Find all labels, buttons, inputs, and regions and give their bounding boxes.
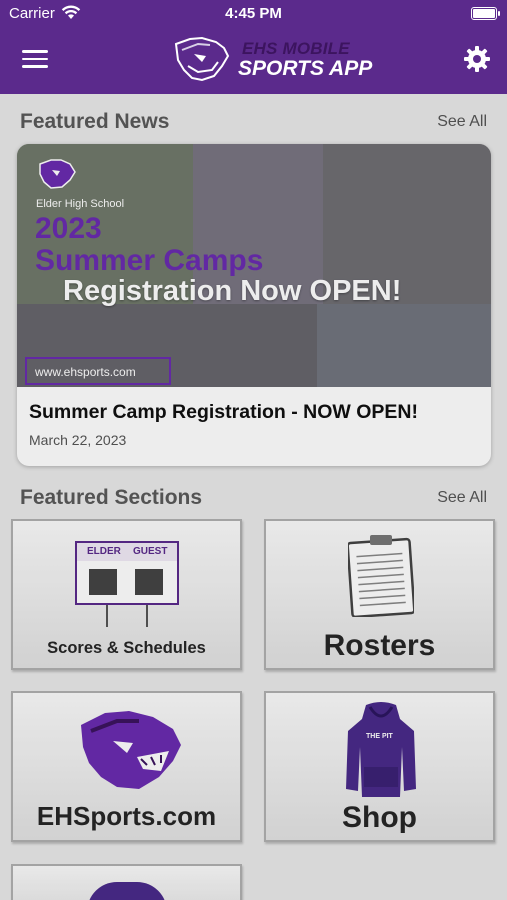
logo-title: EHS MOBILE [242,39,350,58]
news-see-all-link[interactable]: See All [437,113,487,131]
hoodie-icon [346,702,416,797]
app-header: Carrier 4:45 PM EHS MOBILE SPORTS APP [0,0,507,94]
sections-see-all-link[interactable]: See All [437,489,487,507]
news-date: March 22, 2023 [29,432,127,448]
panther-logo-icon [174,36,230,82]
status-bar: Carrier 4:45 PM [0,0,507,28]
partial-icon [87,882,167,900]
image-url-text: www.ehsports.com [35,365,136,379]
scoreboard-home-label: ELDER [87,546,121,557]
app-logo: EHS MOBILE SPORTS APP [172,36,372,84]
news-headline: Summer Camp Registration - NOW OPEN! [29,401,418,423]
tile-label: Shop [342,801,417,834]
battery-icon [471,7,500,20]
scoreboard-away-label: GUEST [133,546,168,557]
logo-subtitle: SPORTS APP [238,57,373,80]
tile-rosters[interactable]: Rosters [264,519,495,670]
tile-shop[interactable]: THE PIT Shop [264,691,495,842]
menu-button[interactable] [22,50,48,70]
tile-label: Rosters [323,629,436,662]
tile-label: EHSports.com [36,801,217,831]
featured-news-title: Featured News [20,110,170,133]
panther-icon [81,711,181,789]
tile-partial[interactable] [11,864,242,900]
hamburger-icon [22,50,48,53]
featured-sections-title: Featured Sections [20,486,203,509]
tile-label: Scores & Schedules [47,639,206,657]
image-year-text: 2023 [35,212,102,245]
image-school-text: Elder High School [36,198,125,210]
scoreboard-icon: ELDER GUEST [75,541,179,605]
image-registration-text: Registration Now OPEN! [63,275,402,307]
settings-gear-icon[interactable] [463,45,491,73]
panther-logo-icon [39,159,76,189]
news-image: Elder High School 2023 Summer Camps Regi… [17,144,491,387]
status-time: 4:45 PM [225,5,282,22]
hoodie-text: THE PIT [366,733,393,740]
image-camps-text: Summer Camps [35,244,264,277]
news-card[interactable]: Elder High School 2023 Summer Camps Regi… [17,144,491,466]
clipboard-icon [348,535,414,617]
tile-ehsports[interactable]: EHSports.com [11,691,242,842]
tile-scores-schedules[interactable]: ELDER GUEST Scores & Schedules [11,519,242,670]
